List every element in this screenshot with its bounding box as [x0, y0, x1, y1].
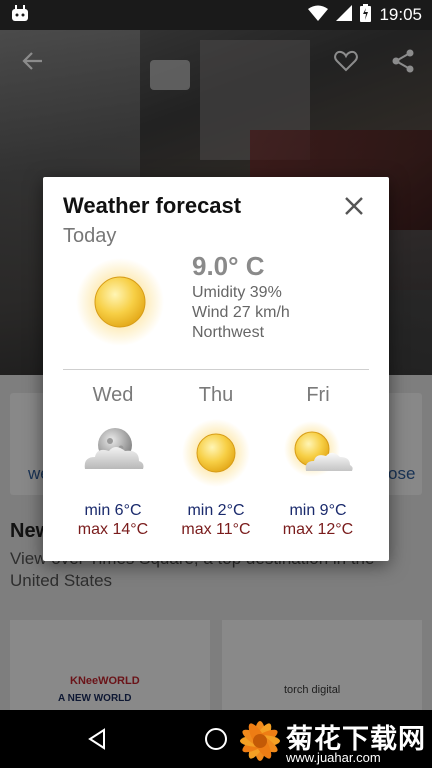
clock: 19:05	[379, 5, 422, 24]
forecast-day: Thu	[198, 384, 234, 406]
status-bar: 19:05	[0, 0, 432, 30]
battery-icon	[360, 3, 372, 27]
forecast-day: Wed	[92, 384, 134, 406]
weather-dialog: Weather forecast Today 9.0° C Umidity 39…	[43, 177, 389, 561]
dialog-title: Weather forecast	[63, 193, 242, 218]
nav-back-icon[interactable]	[82, 724, 112, 754]
watermark: 菊花下载网 www.juahar.com	[236, 714, 432, 768]
current-temperature: 9.0° C	[192, 251, 265, 281]
android-icon	[10, 4, 30, 27]
min-temperature: min 2°C	[187, 502, 245, 519]
min-temperature: min 6°C	[84, 502, 142, 519]
divider	[63, 369, 369, 370]
max-temperature: max 12°C	[282, 521, 354, 538]
close-icon[interactable]	[339, 191, 369, 221]
partly-cloudy-icon	[280, 415, 356, 491]
max-temperature: max 14°C	[77, 521, 149, 538]
wifi-icon	[308, 5, 329, 26]
cloudy-night-icon	[75, 415, 151, 491]
min-temperature: min 9°C	[289, 502, 347, 519]
nav-home-icon[interactable]	[201, 724, 231, 754]
flower-logo-icon	[236, 716, 284, 768]
wind-direction-text: Northwest	[192, 324, 265, 341]
signal-icon	[336, 4, 353, 26]
humidity-text: Umidity 39%	[192, 284, 282, 301]
sun-icon	[178, 415, 254, 491]
today-label: Today	[63, 225, 117, 247]
watermark-url: www.juahar.com	[286, 750, 381, 765]
sun-icon	[75, 257, 165, 347]
max-temperature: max 11°C	[181, 521, 251, 538]
forecast-day: Fri	[306, 384, 330, 406]
wind-text: Wind 27 km/h	[192, 304, 290, 321]
